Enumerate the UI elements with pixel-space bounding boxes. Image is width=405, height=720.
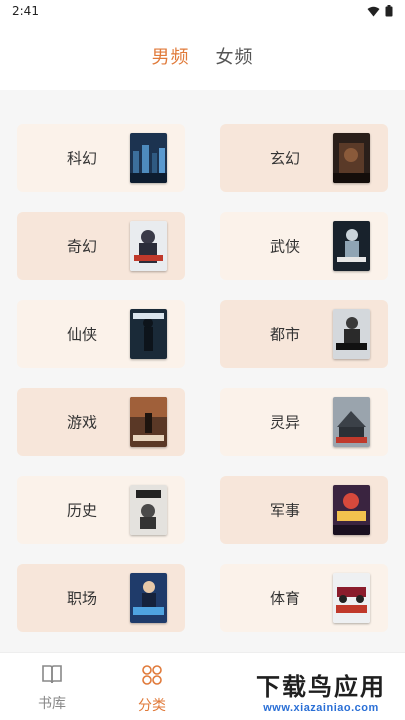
category-label: 游戏 [67, 413, 98, 432]
battery-icon [385, 5, 393, 17]
category-card-scifi[interactable]: 科幻 [17, 124, 185, 192]
category-card-xuanhuan[interactable]: 玄幻 [220, 124, 388, 192]
category-label: 玄幻 [270, 149, 301, 168]
category-card-workplace[interactable]: 职场 [17, 564, 185, 632]
status-time: 2:41 [12, 4, 39, 18]
book-cover [333, 397, 370, 447]
category-label: 仙侠 [67, 325, 98, 344]
watermark-url: www.xiazainiao.com [263, 701, 379, 714]
book-cover [130, 133, 167, 183]
category-card-sports[interactable]: 体育 [220, 564, 388, 632]
nav-item-category[interactable]: 分类 [122, 663, 182, 715]
status-bar: 2:41 [0, 0, 405, 22]
category-label: 奇幻 [67, 237, 98, 256]
category-label: 历史 [67, 501, 98, 520]
category-grid: 科幻 玄幻 奇幻 武侠 仙侠 都市 游戏 灵异 历史 军事 职场 体育 [17, 124, 388, 632]
nav-label: 分类 [138, 698, 166, 714]
category-icon [140, 663, 164, 691]
book-cover [333, 573, 370, 623]
watermark-logo: 下载鸟应用 www.xiazainiao.com [240, 662, 402, 718]
category-card-wuxia[interactable]: 武侠 [220, 212, 388, 280]
category-label: 科幻 [67, 149, 98, 168]
book-icon [40, 663, 64, 689]
status-icons [367, 5, 393, 17]
category-label: 体育 [270, 589, 301, 608]
book-cover [333, 133, 370, 183]
gender-tab-bar: 男频 女频 [0, 22, 405, 90]
category-card-urban[interactable]: 都市 [220, 300, 388, 368]
book-cover [130, 485, 167, 535]
book-cover [130, 221, 167, 271]
wifi-icon [367, 6, 380, 17]
category-card-fantasy[interactable]: 奇幻 [17, 212, 185, 280]
category-card-supernatural[interactable]: 灵异 [220, 388, 388, 456]
book-cover [130, 573, 167, 623]
category-card-history[interactable]: 历史 [17, 476, 185, 544]
nav-item-library[interactable]: 书库 [22, 663, 82, 713]
nav-label: 书库 [38, 696, 66, 712]
book-cover [333, 221, 370, 271]
category-content: 科幻 玄幻 奇幻 武侠 仙侠 都市 游戏 灵异 历史 军事 职场 体育 [0, 90, 405, 652]
tab-male[interactable]: 男频 [152, 43, 190, 69]
watermark-main: 下载鸟应用 [256, 672, 386, 701]
category-label: 职场 [67, 589, 98, 608]
book-cover [333, 309, 370, 359]
category-label: 都市 [270, 325, 301, 344]
category-label: 武侠 [270, 237, 301, 256]
category-label: 军事 [270, 501, 301, 520]
book-cover [333, 485, 370, 535]
category-card-xianxia[interactable]: 仙侠 [17, 300, 185, 368]
category-card-game[interactable]: 游戏 [17, 388, 185, 456]
category-card-military[interactable]: 军事 [220, 476, 388, 544]
tab-female[interactable]: 女频 [216, 43, 254, 69]
book-cover [130, 309, 167, 359]
book-cover [130, 397, 167, 447]
category-label: 灵异 [270, 413, 301, 432]
